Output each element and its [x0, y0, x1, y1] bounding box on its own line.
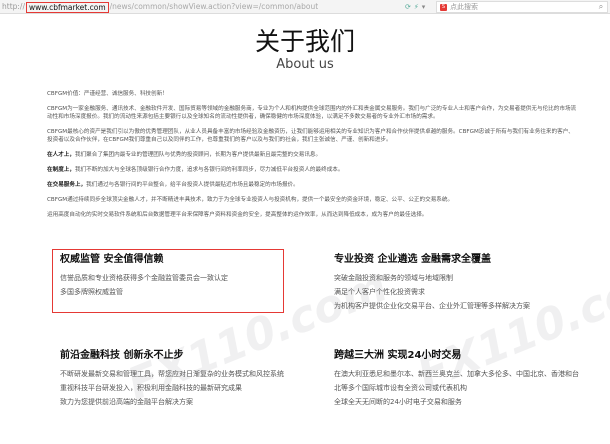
feature-line: 为机构客户提供企业化交易平台、企业外汇管理等多样解决方案: [334, 302, 530, 310]
feature-line: 全球全天无间断的24小时电子交易和服务: [334, 398, 462, 406]
feature-title: 专业投资 企业遴选 金融需求全覆盖: [334, 254, 491, 265]
search-placeholder: 点此搜索: [450, 3, 478, 11]
refresh-icon[interactable]: ⟳: [405, 3, 411, 11]
url-domain-highlighted: www.cbfmarket.com: [25, 1, 109, 13]
paragraph: CBFGM最核心的资产是我们引以为傲的优秀管理团队，从业人员具备丰富的市场经验及…: [47, 129, 574, 143]
page-title: 关于我们: [254, 27, 355, 56]
paragraph: 运用高度自动化的实时交易软件系统和后台数据管理平台来保障客户资料和资金的安全，提…: [47, 212, 428, 218]
feature-title: 权威监管 安全值得信赖: [60, 254, 164, 265]
paragraph: 在制度上，我们不断的加大与全球各顶级银行合作力度，追求与各银行间的利率同步，尽力…: [47, 167, 344, 173]
feature-line: 不断研发最新交易和管理工具，帮您应对日渐复杂的业务模式和风控系统: [60, 370, 284, 378]
feature-line: 突破金融投资和服务的领域与地域限制: [334, 274, 453, 282]
feature-line: 在澳大利亚悉尼和墨尔本、新西兰奥克兰、加拿大多伦多、中国北京、香港和台北等多个国…: [334, 370, 579, 392]
search-engine-icon: S: [440, 3, 447, 11]
url-field[interactable]: http:// www.cbfmarket.com /news/common/s…: [0, 1, 318, 13]
feature-line: 满足个人客户个性化投资需求: [334, 288, 425, 296]
paragraph: 在人才上，我们聚合了集团内最专业的管理团队与优秀的投资顾问，长期为客户提供最新且…: [47, 152, 322, 158]
paragraph: CBFGM通过持续同步全球顶尖金融人才，并不断精进丰具技术，致力于为全球专业投资…: [47, 197, 454, 203]
feature-line: 信誉品质和专业资格获得多个金融监管委员会一致认定: [60, 274, 228, 282]
paragraph: 在交易服务上，我们通过与各银行间的平台整合，给平台投资人提供最贴近市场且最稳定的…: [47, 182, 299, 188]
paragraph: CBFGM价值：严谨经营、诚信服务、科技创新！: [47, 91, 168, 97]
feature-title: 跨越三大洲 实现24小时交易: [334, 350, 462, 361]
feature-line: 致力为您提供前沿高端的金融平台解决方案: [60, 398, 193, 406]
chevron-down-icon[interactable]: ▾: [422, 3, 426, 11]
feature-line: 重视科技平台研发投入，积极利用金融科技的最新研究成果: [60, 384, 242, 392]
search-input[interactable]: S 点此搜索 ⌕: [436, 1, 608, 13]
feature-title: 前沿金融科技 创新永不止步: [60, 350, 184, 361]
lightning-icon[interactable]: ⚡: [414, 3, 419, 11]
search-icon[interactable]: ⌕: [595, 2, 607, 12]
browser-address-bar: http:// www.cbfmarket.com /news/common/s…: [0, 0, 610, 14]
paragraph: CBFGM为一家金融服务、通讯技术、金融软件开发、国际贸易等领域的金融服务商，专…: [47, 106, 577, 120]
feature-professional-investment: 专业投资 企业遴选 金融需求全覆盖 突破金融投资和服务的领域与地域限制 满足个人…: [334, 253, 584, 313]
feature-line: 多国多牌照权威监管: [60, 288, 123, 296]
feature-fintech: 前沿金融科技 创新永不止步 不断研发最新交易和管理工具，帮您应对日渐复杂的业务模…: [60, 349, 310, 409]
url-scheme: http://: [2, 2, 25, 11]
url-path: /news/common/showView.action?view=/commo…: [109, 2, 319, 11]
feature-regulation: 权威监管 安全值得信赖 信誉品质和专业资格获得多个金融监管委员会一致认定 多国多…: [60, 253, 282, 299]
feature-24h-trading: 跨越三大洲 实现24小时交易 在澳大利亚悉尼和墨尔本、新西兰奥克兰、加拿大多伦多…: [334, 349, 584, 409]
about-text: CBFGM价值：严谨经营、诚信服务、科技创新！ CBFGM为一家金融服务、通讯技…: [47, 90, 577, 226]
page-subtitle: About us: [276, 57, 334, 72]
